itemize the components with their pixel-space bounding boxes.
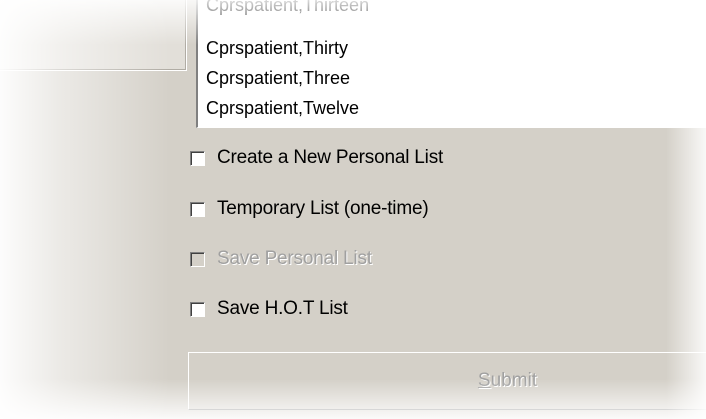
submit-mnemonic: S xyxy=(477,370,491,391)
save-hot-list-label: Save H.O.T List xyxy=(217,298,348,319)
list-item[interactable]: Cprspatient,Thirteen xyxy=(206,0,369,16)
list-item[interactable]: Cprspatient,Twelve xyxy=(206,97,359,119)
create-new-list-checkbox[interactable] xyxy=(190,150,205,166)
save-personal-list-option: Save Personal List xyxy=(190,246,372,272)
save-hot-list-option[interactable]: Save H.O.T List xyxy=(190,296,348,322)
save-personal-list-checkbox xyxy=(190,251,205,267)
temporary-list-checkbox[interactable] xyxy=(190,201,205,217)
create-new-list-label: Create a New Personal List xyxy=(217,147,444,168)
save-personal-list-label: Save Personal List xyxy=(217,248,372,269)
submit-label-rest: ubmit xyxy=(490,370,538,391)
patient-listbox[interactable]: Cprspatient,Thirteen Cprspatient,Thirty … xyxy=(196,0,706,128)
submit-button-label: Submit xyxy=(358,370,537,392)
list-item[interactable]: Cprspatient,Three xyxy=(206,67,350,89)
list-item[interactable]: Cprspatient,Thirty xyxy=(206,37,348,59)
submit-button[interactable]: Submit xyxy=(188,352,706,410)
patient-list-panel: Cprspatient,Thirteen Cprspatient,Thirty … xyxy=(0,0,706,419)
left-pane xyxy=(0,0,187,71)
temporary-list-option[interactable]: Temporary List (one-time) xyxy=(190,196,429,222)
temporary-list-label: Temporary List (one-time) xyxy=(217,198,429,219)
create-new-list-option[interactable]: Create a New Personal List xyxy=(190,145,443,171)
save-hot-list-checkbox[interactable] xyxy=(190,301,205,317)
